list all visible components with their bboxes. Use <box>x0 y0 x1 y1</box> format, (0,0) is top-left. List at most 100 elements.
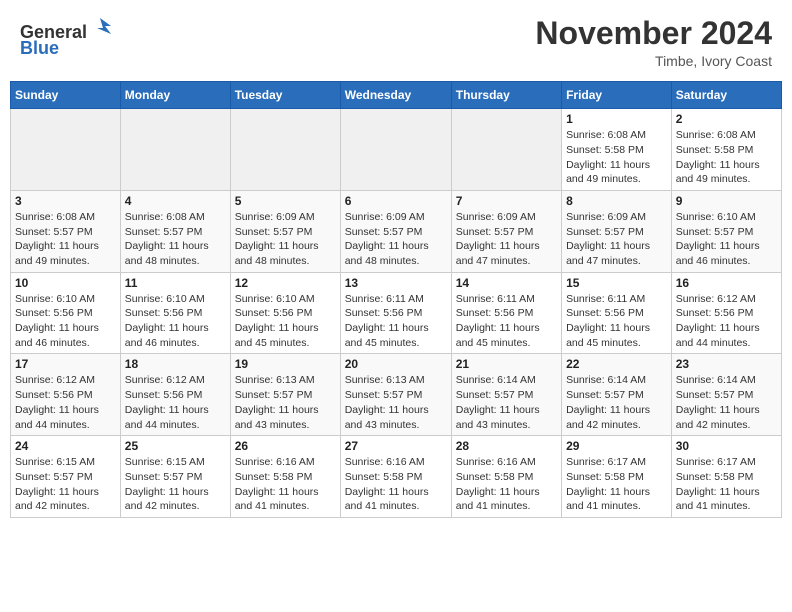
day-number: 9 <box>676 194 777 208</box>
calendar-cell: 20Sunrise: 6:13 AM Sunset: 5:57 PM Dayli… <box>340 354 451 436</box>
calendar-cell: 27 Sunrise: 6:16 AM Sunset: 5:58 PM Dayli… <box>340 436 451 518</box>
day-info: Sunrise: 6:09 AM Sunset: 5:57 PM Dayligh… <box>345 210 447 269</box>
day-number: 4 <box>125 194 226 208</box>
day-number: 29 <box>566 439 667 453</box>
day-number: 30 <box>676 439 777 453</box>
day-number: 20 <box>345 357 447 371</box>
day-info: Sunrise: 6:17 AM Sunset: 5:58 PM Dayligh… <box>676 455 777 514</box>
column-header-saturday: Saturday <box>671 82 781 109</box>
day-info: Sunrise: 6:14 AM Sunset: 5:57 PM Dayligh… <box>566 373 667 432</box>
column-header-monday: Monday <box>120 82 230 109</box>
calendar-cell: 29 Sunrise: 6:17 AM Sunset: 5:58 PM Dayli… <box>562 436 672 518</box>
column-header-wednesday: Wednesday <box>340 82 451 109</box>
week-row-2: 3 Sunrise: 6:08 AM Sunset: 5:57 PM Daylig… <box>11 190 782 272</box>
day-info: Sunrise: 6:10 AM Sunset: 5:57 PM Dayligh… <box>676 210 777 269</box>
calendar-cell <box>230 109 340 191</box>
day-info: Sunrise: 6:09 AM Sunset: 5:57 PM Dayligh… <box>235 210 336 269</box>
day-number: 27 <box>345 439 447 453</box>
calendar-cell: 1Sunrise: 6:08 AM Sunset: 5:58 PM Daylig… <box>562 109 672 191</box>
week-row-1: 1Sunrise: 6:08 AM Sunset: 5:58 PM Daylig… <box>11 109 782 191</box>
calendar-cell: 7 Sunrise: 6:09 AM Sunset: 5:57 PM Daylig… <box>451 190 561 272</box>
week-row-3: 10Sunrise: 6:10 AM Sunset: 5:56 PM Dayli… <box>11 272 782 354</box>
column-header-tuesday: Tuesday <box>230 82 340 109</box>
day-info: Sunrise: 6:17 AM Sunset: 5:58 PM Dayligh… <box>566 455 667 514</box>
calendar-cell: 19 Sunrise: 6:13 AM Sunset: 5:57 PM Dayli… <box>230 354 340 436</box>
title-block: November 2024 Timbe, Ivory Coast <box>535 16 772 69</box>
day-info: Sunrise: 6:16 AM Sunset: 5:58 PM Dayligh… <box>345 455 447 514</box>
day-info: Sunrise: 6:09 AM Sunset: 5:57 PM Dayligh… <box>456 210 557 269</box>
calendar-cell: 11 Sunrise: 6:10 AM Sunset: 5:56 PM Dayli… <box>120 272 230 354</box>
day-number: 12 <box>235 276 336 290</box>
logo: General Blue <box>20 16 111 59</box>
day-number: 11 <box>125 276 226 290</box>
calendar-cell: 30 Sunrise: 6:17 AM Sunset: 5:58 PM Dayli… <box>671 436 781 518</box>
day-info: Sunrise: 6:11 AM Sunset: 5:56 PM Dayligh… <box>566 292 667 351</box>
day-number: 24 <box>15 439 116 453</box>
day-info: Sunrise: 6:11 AM Sunset: 5:56 PM Dayligh… <box>345 292 447 351</box>
calendar-cell: 16Sunrise: 6:12 AM Sunset: 5:56 PM Dayli… <box>671 272 781 354</box>
day-info: Sunrise: 6:16 AM Sunset: 5:58 PM Dayligh… <box>456 455 557 514</box>
calendar-cell: 25Sunrise: 6:15 AM Sunset: 5:57 PM Dayli… <box>120 436 230 518</box>
day-number: 28 <box>456 439 557 453</box>
calendar-table: SundayMondayTuesdayWednesdayThursdayFrid… <box>10 81 782 518</box>
calendar-cell <box>451 109 561 191</box>
calendar-cell: 4 Sunrise: 6:08 AM Sunset: 5:57 PM Daylig… <box>120 190 230 272</box>
day-info: Sunrise: 6:12 AM Sunset: 5:56 PM Dayligh… <box>15 373 116 432</box>
day-number: 19 <box>235 357 336 371</box>
day-info: Sunrise: 6:16 AM Sunset: 5:58 PM Dayligh… <box>235 455 336 514</box>
calendar-cell: 14Sunrise: 6:11 AM Sunset: 5:56 PM Dayli… <box>451 272 561 354</box>
day-number: 3 <box>15 194 116 208</box>
column-header-sunday: Sunday <box>11 82 121 109</box>
calendar-header-row: SundayMondayTuesdayWednesdayThursdayFrid… <box>11 82 782 109</box>
day-number: 21 <box>456 357 557 371</box>
day-info: Sunrise: 6:08 AM Sunset: 5:57 PM Dayligh… <box>15 210 116 269</box>
column-header-thursday: Thursday <box>451 82 561 109</box>
calendar-cell: 23 Sunrise: 6:14 AM Sunset: 5:57 PM Dayli… <box>671 354 781 436</box>
day-number: 22 <box>566 357 667 371</box>
day-number: 5 <box>235 194 336 208</box>
day-number: 1 <box>566 112 667 126</box>
calendar-cell: 8Sunrise: 6:09 AM Sunset: 5:57 PM Daylig… <box>562 190 672 272</box>
calendar-cell: 17Sunrise: 6:12 AM Sunset: 5:56 PM Dayli… <box>11 354 121 436</box>
day-info: Sunrise: 6:14 AM Sunset: 5:57 PM Dayligh… <box>456 373 557 432</box>
calendar-cell <box>120 109 230 191</box>
day-info: Sunrise: 6:08 AM Sunset: 5:57 PM Dayligh… <box>125 210 226 269</box>
day-number: 18 <box>125 357 226 371</box>
location: Timbe, Ivory Coast <box>535 53 772 69</box>
day-info: Sunrise: 6:13 AM Sunset: 5:57 PM Dayligh… <box>235 373 336 432</box>
day-info: Sunrise: 6:12 AM Sunset: 5:56 PM Dayligh… <box>125 373 226 432</box>
calendar-cell: 6 Sunrise: 6:09 AM Sunset: 5:57 PM Daylig… <box>340 190 451 272</box>
column-header-friday: Friday <box>562 82 672 109</box>
day-info: Sunrise: 6:10 AM Sunset: 5:56 PM Dayligh… <box>15 292 116 351</box>
day-number: 2 <box>676 112 777 126</box>
logo-blue: Blue <box>20 38 59 58</box>
day-number: 26 <box>235 439 336 453</box>
calendar-cell: 18 Sunrise: 6:12 AM Sunset: 5:56 PM Dayli… <box>120 354 230 436</box>
calendar-cell: 10Sunrise: 6:10 AM Sunset: 5:56 PM Dayli… <box>11 272 121 354</box>
week-row-4: 17Sunrise: 6:12 AM Sunset: 5:56 PM Dayli… <box>11 354 782 436</box>
calendar-cell: 22 Sunrise: 6:14 AM Sunset: 5:57 PM Dayli… <box>562 354 672 436</box>
day-number: 6 <box>345 194 447 208</box>
calendar-cell: 12Sunrise: 6:10 AM Sunset: 5:56 PM Dayli… <box>230 272 340 354</box>
day-info: Sunrise: 6:14 AM Sunset: 5:57 PM Dayligh… <box>676 373 777 432</box>
calendar-cell: 13Sunrise: 6:11 AM Sunset: 5:56 PM Dayli… <box>340 272 451 354</box>
calendar-cell: 2Sunrise: 6:08 AM Sunset: 5:58 PM Daylig… <box>671 109 781 191</box>
day-number: 7 <box>456 194 557 208</box>
day-number: 23 <box>676 357 777 371</box>
day-info: Sunrise: 6:11 AM Sunset: 5:56 PM Dayligh… <box>456 292 557 351</box>
calendar-cell <box>340 109 451 191</box>
calendar-cell: 3 Sunrise: 6:08 AM Sunset: 5:57 PM Daylig… <box>11 190 121 272</box>
day-info: Sunrise: 6:10 AM Sunset: 5:56 PM Dayligh… <box>125 292 226 351</box>
day-info: Sunrise: 6:09 AM Sunset: 5:57 PM Dayligh… <box>566 210 667 269</box>
calendar-cell: 28 Sunrise: 6:16 AM Sunset: 5:58 PM Dayli… <box>451 436 561 518</box>
month-title: November 2024 <box>535 16 772 51</box>
calendar-cell: 21 Sunrise: 6:14 AM Sunset: 5:57 PM Dayli… <box>451 354 561 436</box>
day-number: 15 <box>566 276 667 290</box>
calendar-cell: 9 Sunrise: 6:10 AM Sunset: 5:57 PM Daylig… <box>671 190 781 272</box>
day-info: Sunrise: 6:15 AM Sunset: 5:57 PM Dayligh… <box>125 455 226 514</box>
logo-bird-icon <box>89 16 111 38</box>
calendar-cell: 24Sunrise: 6:15 AM Sunset: 5:57 PM Dayli… <box>11 436 121 518</box>
page-header: General Blue November 2024 Timbe, Ivory … <box>10 10 782 75</box>
calendar-cell <box>11 109 121 191</box>
calendar-cell: 15 Sunrise: 6:11 AM Sunset: 5:56 PM Dayli… <box>562 272 672 354</box>
